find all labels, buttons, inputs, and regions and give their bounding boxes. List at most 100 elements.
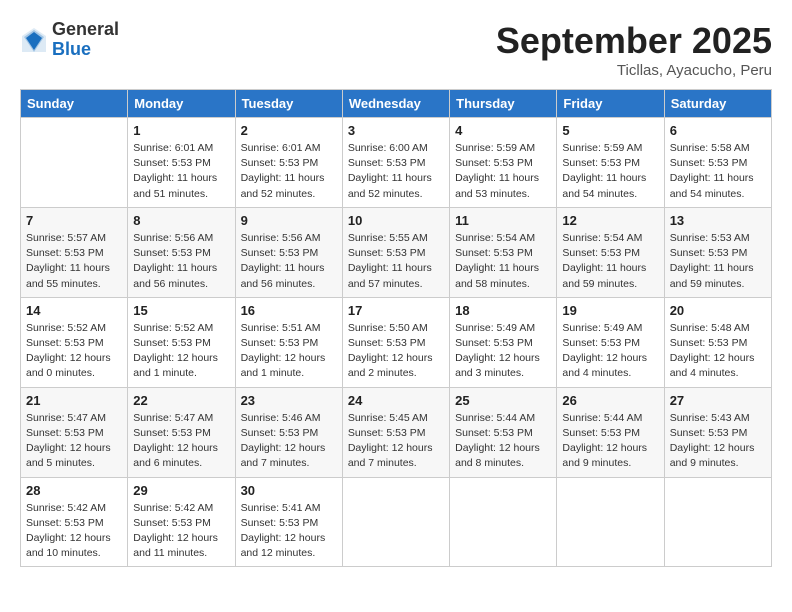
- day-number: 26: [562, 393, 658, 408]
- calendar-cell: 4 Sunrise: 5:59 AM Sunset: 5:53 PM Daylig…: [450, 118, 557, 208]
- day-detail: Sunrise: 6:01 AM Sunset: 5:53 PM Dayligh…: [133, 141, 229, 202]
- calendar-table: SundayMondayTuesdayWednesdayThursdayFrid…: [20, 89, 772, 567]
- calendar-cell: 21 Sunrise: 5:47 AM Sunset: 5:53 PM Dayli…: [21, 387, 128, 477]
- calendar-week: 21 Sunrise: 5:47 AM Sunset: 5:53 PM Dayli…: [21, 387, 772, 477]
- day-number: 25: [455, 393, 551, 408]
- calendar-cell: [450, 477, 557, 567]
- day-number: 21: [26, 393, 122, 408]
- calendar-cell: 23Sunrise: 5:46 AM Sunset: 5:53 PM Dayli…: [235, 387, 342, 477]
- calendar-cell: [664, 477, 771, 567]
- day-detail: Sunrise: 5:58 AM Sunset: 5:53 PM Dayligh…: [670, 141, 766, 202]
- day-detail: Sunrise: 5:53 AM Sunset: 5:53 PM Dayligh…: [670, 231, 766, 292]
- calendar-cell: 10 Sunrise: 5:55 AM Sunset: 5:53 PM Dayli…: [342, 207, 449, 297]
- day-detail: Sunrise: 5:50 AM Sunset: 5:53 PM Dayligh…: [348, 321, 444, 382]
- day-detail: Sunrise: 5:41 AM Sunset: 5:53 PM Dayligh…: [241, 501, 337, 562]
- header-day: Wednesday: [342, 90, 449, 118]
- calendar-cell: 11Sunrise: 5:54 AM Sunset: 5:53 PM Dayli…: [450, 207, 557, 297]
- day-number: 27: [670, 393, 766, 408]
- day-number: 30: [241, 483, 337, 498]
- calendar-title: September 2025: [496, 20, 772, 62]
- calendar-cell: 14 Sunrise: 5:52 AM Sunset: 5:53 PM Dayli…: [21, 297, 128, 387]
- day-number: 19: [562, 303, 658, 318]
- day-detail: Sunrise: 5:56 AM Sunset: 5:53 PM Dayligh…: [133, 231, 229, 292]
- calendar-header: SundayMondayTuesdayWednesdayThursdayFrid…: [21, 90, 772, 118]
- calendar-subtitle: Ticllas, Ayacucho, Peru: [496, 62, 772, 79]
- calendar-cell: [342, 477, 449, 567]
- calendar-cell: 16 Sunrise: 5:51 AM Sunset: 5:53 PM Dayli…: [235, 297, 342, 387]
- day-number: 18: [455, 303, 551, 318]
- day-number: 20: [670, 303, 766, 318]
- calendar-cell: 8 Sunrise: 5:56 AM Sunset: 5:53 PM Daylig…: [128, 207, 235, 297]
- day-detail: Sunrise: 6:00 AM Sunset: 5:53 PM Dayligh…: [348, 141, 444, 202]
- calendar-cell: 1Sunrise: 6:01 AM Sunset: 5:53 PM Daylig…: [128, 118, 235, 208]
- calendar-cell: 3Sunrise: 6:00 AM Sunset: 5:53 PM Daylig…: [342, 118, 449, 208]
- header-day: Sunday: [21, 90, 128, 118]
- day-detail: Sunrise: 5:54 AM Sunset: 5:53 PM Dayligh…: [455, 231, 551, 292]
- calendar-week: 7 Sunrise: 5:57 AM Sunset: 5:53 PM Daylig…: [21, 207, 772, 297]
- day-detail: Sunrise: 5:42 AM Sunset: 5:53 PM Dayligh…: [26, 501, 122, 562]
- calendar-cell: 29Sunrise: 5:42 AM Sunset: 5:53 PM Dayli…: [128, 477, 235, 567]
- calendar-cell: 24 Sunrise: 5:45 AM Sunset: 5:53 PM Dayli…: [342, 387, 449, 477]
- day-number: 6: [670, 123, 766, 138]
- calendar-cell: 26 Sunrise: 5:44 AM Sunset: 5:53 PM Dayli…: [557, 387, 664, 477]
- day-detail: Sunrise: 5:59 AM Sunset: 5:53 PM Dayligh…: [562, 141, 658, 202]
- logo-icon: [20, 26, 48, 54]
- calendar-cell: 25Sunrise: 5:44 AM Sunset: 5:53 PM Dayli…: [450, 387, 557, 477]
- day-number: 10: [348, 213, 444, 228]
- day-number: 16: [241, 303, 337, 318]
- calendar-cell: 5Sunrise: 5:59 AM Sunset: 5:53 PM Daylig…: [557, 118, 664, 208]
- day-number: 29: [133, 483, 229, 498]
- day-detail: Sunrise: 5:57 AM Sunset: 5:53 PM Dayligh…: [26, 231, 122, 292]
- day-number: 13: [670, 213, 766, 228]
- calendar-cell: 2 Sunrise: 6:01 AM Sunset: 5:53 PM Daylig…: [235, 118, 342, 208]
- calendar-cell: 15Sunrise: 5:52 AM Sunset: 5:53 PM Dayli…: [128, 297, 235, 387]
- calendar-cell: 30 Sunrise: 5:41 AM Sunset: 5:53 PM Dayli…: [235, 477, 342, 567]
- day-detail: Sunrise: 5:55 AM Sunset: 5:53 PM Dayligh…: [348, 231, 444, 292]
- day-detail: Sunrise: 5:46 AM Sunset: 5:53 PM Dayligh…: [241, 411, 337, 472]
- day-number: 2: [241, 123, 337, 138]
- day-detail: Sunrise: 5:43 AM Sunset: 5:53 PM Dayligh…: [670, 411, 766, 472]
- day-detail: Sunrise: 5:56 AM Sunset: 5:53 PM Dayligh…: [241, 231, 337, 292]
- calendar-cell: 20 Sunrise: 5:48 AM Sunset: 5:53 PM Dayli…: [664, 297, 771, 387]
- header-day: Tuesday: [235, 90, 342, 118]
- logo-general: General: [52, 20, 119, 40]
- day-number: 28: [26, 483, 122, 498]
- day-number: 4: [455, 123, 551, 138]
- calendar-cell: 7 Sunrise: 5:57 AM Sunset: 5:53 PM Daylig…: [21, 207, 128, 297]
- calendar-cell: 12Sunrise: 5:54 AM Sunset: 5:53 PM Dayli…: [557, 207, 664, 297]
- day-detail: Sunrise: 5:49 AM Sunset: 5:53 PM Dayligh…: [562, 321, 658, 382]
- calendar-cell: 17Sunrise: 5:50 AM Sunset: 5:53 PM Dayli…: [342, 297, 449, 387]
- calendar-week: 28 Sunrise: 5:42 AM Sunset: 5:53 PM Dayli…: [21, 477, 772, 567]
- day-number: 8: [133, 213, 229, 228]
- header-day: Thursday: [450, 90, 557, 118]
- day-detail: Sunrise: 5:47 AM Sunset: 5:53 PM Dayligh…: [26, 411, 122, 472]
- day-number: 15: [133, 303, 229, 318]
- day-detail: Sunrise: 5:51 AM Sunset: 5:53 PM Dayligh…: [241, 321, 337, 382]
- day-detail: Sunrise: 5:48 AM Sunset: 5:53 PM Dayligh…: [670, 321, 766, 382]
- calendar-cell: 28 Sunrise: 5:42 AM Sunset: 5:53 PM Dayli…: [21, 477, 128, 567]
- calendar-cell: 13 Sunrise: 5:53 AM Sunset: 5:53 PM Dayli…: [664, 207, 771, 297]
- day-number: 9: [241, 213, 337, 228]
- day-detail: Sunrise: 5:45 AM Sunset: 5:53 PM Dayligh…: [348, 411, 444, 472]
- day-number: 7: [26, 213, 122, 228]
- day-detail: Sunrise: 5:59 AM Sunset: 5:53 PM Dayligh…: [455, 141, 551, 202]
- calendar-week: 1Sunrise: 6:01 AM Sunset: 5:53 PM Daylig…: [21, 118, 772, 208]
- header-day: Saturday: [664, 90, 771, 118]
- day-number: 14: [26, 303, 122, 318]
- calendar-cell: 22Sunrise: 5:47 AM Sunset: 5:53 PM Dayli…: [128, 387, 235, 477]
- logo-text: General Blue: [52, 20, 119, 60]
- page-header: General Blue September 2025 Ticllas, Aya…: [20, 20, 772, 79]
- day-detail: Sunrise: 6:01 AM Sunset: 5:53 PM Dayligh…: [241, 141, 337, 202]
- day-number: 24: [348, 393, 444, 408]
- calendar-cell: 18 Sunrise: 5:49 AM Sunset: 5:53 PM Dayli…: [450, 297, 557, 387]
- day-detail: Sunrise: 5:44 AM Sunset: 5:53 PM Dayligh…: [562, 411, 658, 472]
- day-detail: Sunrise: 5:52 AM Sunset: 5:53 PM Dayligh…: [26, 321, 122, 382]
- calendar-cell: 6 Sunrise: 5:58 AM Sunset: 5:53 PM Daylig…: [664, 118, 771, 208]
- title-block: September 2025 Ticllas, Ayacucho, Peru: [496, 20, 772, 79]
- day-detail: Sunrise: 5:49 AM Sunset: 5:53 PM Dayligh…: [455, 321, 551, 382]
- header-day: Monday: [128, 90, 235, 118]
- logo: General Blue: [20, 20, 119, 60]
- header-day: Friday: [557, 90, 664, 118]
- calendar-cell: [21, 118, 128, 208]
- header-row: SundayMondayTuesdayWednesdayThursdayFrid…: [21, 90, 772, 118]
